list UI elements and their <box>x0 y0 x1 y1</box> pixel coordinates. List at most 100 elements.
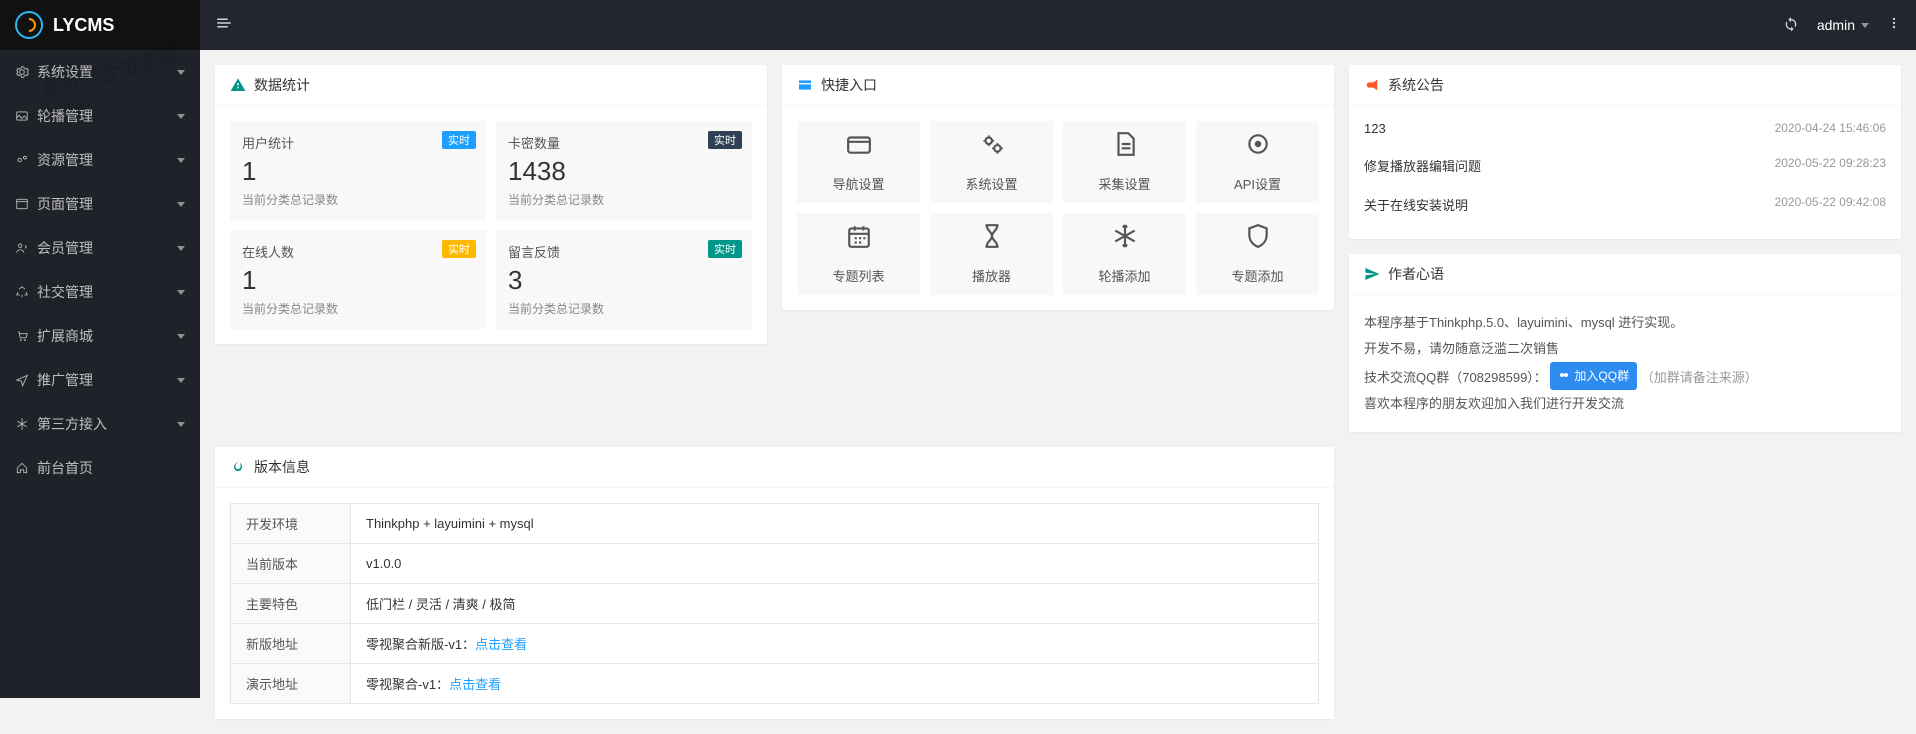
author-line2: 开发不易，请勿随意泛滥二次销售 <box>1364 336 1886 362</box>
info-value: Thinkphp + layuimini + mysql <box>351 504 1319 544</box>
author-line3: 技术交流QQ群（708298599）： 加入QQ群 （加群请备注来源） <box>1364 362 1886 391</box>
chevron-down-icon <box>177 70 185 75</box>
info-value: 零视聚合新版-v1：点击查看 <box>351 624 1319 664</box>
stats-title: 数据统计 <box>254 75 310 95</box>
sidebar-item-7[interactable]: 推广管理 <box>0 358 200 402</box>
sidebar-item-4[interactable]: 会员管理 <box>0 226 200 270</box>
realtime-badge: 实时 <box>708 240 742 258</box>
logo[interactable]: LYCMS <box>0 0 200 50</box>
quick-item-4[interactable]: 专题列表 <box>797 213 920 295</box>
info-value: 低门栏 / 灵活 / 清爽 / 极简 <box>351 584 1319 624</box>
quick-item-7[interactable]: 专题添加 <box>1196 213 1319 295</box>
sidebar-item-2[interactable]: 资源管理 <box>0 138 200 182</box>
stat-box-1: 实时 卡密数量 1438 当前分类总记录数 <box>496 121 752 220</box>
file-icon <box>1112 131 1138 164</box>
sidebar-item-label: 扩展商城 <box>37 326 93 346</box>
sidebar-item-5[interactable]: 社交管理 <box>0 270 200 314</box>
snow-icon <box>15 417 29 431</box>
sidebar-item-3[interactable]: 页面管理 <box>0 182 200 226</box>
user-menu[interactable]: admin <box>1817 17 1869 33</box>
topbar: admin <box>200 0 1916 50</box>
quick-label: 专题添加 <box>1231 266 1283 285</box>
cart-icon <box>15 329 29 343</box>
quick-label: 轮播添加 <box>1098 266 1150 285</box>
quick-header: 快捷入口 <box>782 65 1334 106</box>
hourglass-icon <box>979 223 1005 256</box>
table-row: 开发环境 Thinkphp + layuimini + mysql <box>231 504 1319 544</box>
notice-header: 系统公告 <box>1349 65 1901 106</box>
gears-icon <box>979 131 1005 164</box>
stat-title: 留言反馈 <box>508 242 740 261</box>
table-row: 主要特色 低门栏 / 灵活 / 清爽 / 极简 <box>231 584 1319 624</box>
sidebar-item-0[interactable]: 系统设置 <box>0 50 200 94</box>
sidebar-item-label: 推广管理 <box>37 370 93 390</box>
link-view[interactable]: 点击查看 <box>449 677 501 692</box>
quick-item-0[interactable]: 导航设置 <box>797 121 920 203</box>
menu-toggle-icon[interactable] <box>215 14 233 37</box>
info-value: v1.0.0 <box>351 544 1319 584</box>
sidebar-item-label: 会员管理 <box>37 238 93 258</box>
quick-label: 系统设置 <box>965 174 1017 193</box>
images-icon <box>15 109 29 123</box>
notice-item-title: 关于在线安装说明 <box>1364 195 1468 214</box>
more-icon[interactable] <box>1887 16 1901 35</box>
quick-item-6[interactable]: 轮播添加 <box>1063 213 1186 295</box>
users-icon <box>15 241 29 255</box>
chevron-down-icon <box>177 114 185 119</box>
logo-icon <box>15 11 43 39</box>
sidebar-item-label: 资源管理 <box>37 150 93 170</box>
sidebar-item-1[interactable]: 轮播管理 <box>0 94 200 138</box>
notice-title: 系统公告 <box>1388 75 1444 95</box>
sidebar-item-8[interactable]: 第三方接入 <box>0 402 200 446</box>
stat-value: 1 <box>242 265 474 296</box>
author-line1: 本程序基于Thinkphp.5.0、layuimini、mysql 进行实现。 <box>1364 310 1886 336</box>
quick-label: 导航设置 <box>832 174 884 193</box>
stat-box-0: 实时 用户统计 1 当前分类总记录数 <box>230 121 486 220</box>
sidebar-item-6[interactable]: 扩展商城 <box>0 314 200 358</box>
table-row: 新版地址 零视聚合新版-v1：点击查看 <box>231 624 1319 664</box>
version-card: 版本信息 开发环境 Thinkphp + layuimini + mysql 当… <box>215 447 1334 719</box>
quick-label: 播放器 <box>972 266 1011 285</box>
qq-group-button[interactable]: 加入QQ群 <box>1550 362 1637 390</box>
sidebar-item-label: 社交管理 <box>37 282 93 302</box>
notice-row-1[interactable]: 修复播放器编辑问题 2020-05-22 09:28:23 <box>1364 146 1886 185</box>
main-content: 数据统计 实时 用户统计 1 当前分类总记录数 实时 卡密数量 1438 当前分… <box>200 0 1916 734</box>
gear-icon <box>15 65 29 79</box>
info-key: 新版地址 <box>231 624 351 664</box>
sidebar-item-label: 前台首页 <box>37 458 93 478</box>
realtime-badge: 实时 <box>442 131 476 149</box>
quick-item-3[interactable]: API设置 <box>1196 121 1319 203</box>
stat-sub: 当前分类总记录数 <box>508 191 740 208</box>
stat-value: 1 <box>242 156 474 187</box>
version-table: 开发环境 Thinkphp + layuimini + mysql 当前版本 v… <box>230 503 1319 704</box>
author-header: 作者心语 <box>1349 254 1901 295</box>
notice-row-2[interactable]: 关于在线安装说明 2020-05-22 09:42:08 <box>1364 185 1886 224</box>
window-icon <box>15 197 29 211</box>
card-icon <box>797 77 813 93</box>
stat-title: 在线人数 <box>242 242 474 261</box>
card-icon <box>846 131 872 164</box>
notice-card: 系统公告 123 2020-04-24 15:46:06 修复播放器编辑问题 2… <box>1349 65 1901 239</box>
version-header: 版本信息 <box>215 447 1334 488</box>
megaphone-icon <box>1364 77 1380 93</box>
stats-header: 数据统计 <box>215 65 767 106</box>
refresh-icon[interactable] <box>1783 15 1799 36</box>
notice-item-time: 2020-04-24 15:46:06 <box>1775 121 1886 136</box>
notice-row-0[interactable]: 123 2020-04-24 15:46:06 <box>1364 111 1886 146</box>
chevron-down-icon <box>177 202 185 207</box>
sidebar-item-9[interactable]: 前台首页 <box>0 446 200 490</box>
fire-icon <box>230 459 246 475</box>
quick-title: 快捷入口 <box>821 75 877 95</box>
stat-title: 用户统计 <box>242 133 474 152</box>
link-view[interactable]: 点击查看 <box>475 637 527 652</box>
stat-sub: 当前分类总记录数 <box>242 300 474 317</box>
info-key: 主要特色 <box>231 584 351 624</box>
quick-item-1[interactable]: 系统设置 <box>930 121 1053 203</box>
realtime-badge: 实时 <box>708 131 742 149</box>
version-title: 版本信息 <box>254 457 310 477</box>
table-row: 当前版本 v1.0.0 <box>231 544 1319 584</box>
quick-item-5[interactable]: 播放器 <box>930 213 1053 295</box>
send-icon <box>1364 266 1380 282</box>
quick-item-2[interactable]: 采集设置 <box>1063 121 1186 203</box>
realtime-badge: 实时 <box>442 240 476 258</box>
